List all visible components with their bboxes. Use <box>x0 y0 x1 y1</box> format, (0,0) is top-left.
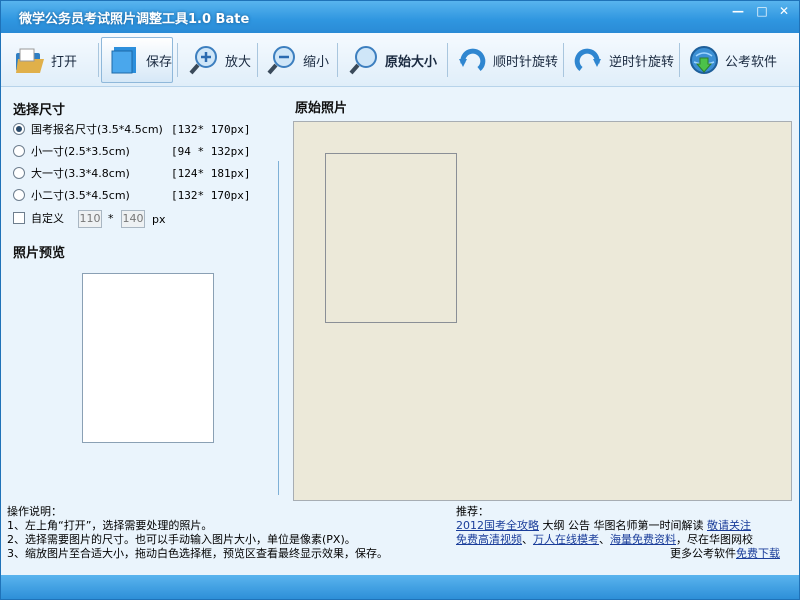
size-option[interactable]: 大一寸(3.3*4.8cm) [124* 181px] <box>13 164 250 182</box>
instructions: 操作说明： 1、左上角“打开”，选择需要处理的照片。 2、选择需要图片的尺寸。也… <box>7 505 388 561</box>
preview-section-title: 照片预览 <box>13 246 66 261</box>
zoom-out-label: 缩小 <box>303 54 330 70</box>
toolbar-separator <box>177 43 178 77</box>
size-option-label: 国考报名尺寸(3.5*4.5cm) <box>31 123 163 136</box>
link-follow[interactable]: 敬请关注 <box>707 519 751 532</box>
open-folder-icon <box>13 43 47 77</box>
radio-button[interactable] <box>13 189 25 201</box>
original-size-label: 原始大小 <box>385 54 438 70</box>
radio-button[interactable] <box>13 145 25 157</box>
rotate-clockwise-icon <box>455 43 489 77</box>
globe-download-icon <box>687 43 721 77</box>
toolbar-separator <box>447 43 448 77</box>
window-title: 微学公务员考试照片调整工具1.0 Bate <box>19 12 250 27</box>
save-button-label: 保存 <box>145 54 172 70</box>
recommend-panel: 推荐： 2012国考全攻略 大纲 公告 华图名师第一时间解读 敬请关注 免费高清… <box>456 505 796 561</box>
size-option-pixels: [132* 170px] <box>171 188 251 202</box>
original-photo-title: 原始照片 <box>295 101 348 116</box>
link-free-download[interactable]: 免费下载 <box>736 547 780 560</box>
toolbar-separator <box>563 43 564 77</box>
rotate-ccw-label: 逆时针旋转 <box>609 54 675 70</box>
toolbar-separator <box>679 43 680 77</box>
magnifier-icon <box>347 43 381 77</box>
toolbar: 打开 保存 放大 缩小 原始大小 顺时针旋转 逆时针旋转 公考软件 <box>1 33 799 87</box>
rotate-counterclockwise-icon <box>571 43 605 77</box>
status-bar <box>1 575 799 599</box>
zoom-in-label: 放大 <box>225 54 252 70</box>
toolbar-separator <box>337 43 338 77</box>
instruction-line: 3、缩放图片至合适大小，拖动白色选择框，预览区查看最终显示效果，保存。 <box>7 547 388 560</box>
instruction-line: 2、选择需要图片的尺寸。也可以手动输入图片大小，单位是像素(PX)。 <box>7 533 356 546</box>
size-option-pixels: [124* 181px] <box>171 166 251 180</box>
crop-selection-frame[interactable] <box>325 153 457 323</box>
open-button-label: 打开 <box>51 54 78 70</box>
software-button[interactable]: 公考软件 <box>681 37 785 83</box>
close-button[interactable]: ✕ <box>771 3 797 21</box>
zoom-in-icon <box>187 43 221 77</box>
recommend-separator: 、 <box>522 533 533 546</box>
instructions-title: 操作说明： <box>7 505 62 518</box>
recommend-text: 更多公考软件 <box>670 547 736 560</box>
link-exam-guide[interactable]: 2012国考全攻略 <box>456 519 539 532</box>
size-option-label: 小一寸(2.5*3.5cm) <box>31 145 130 158</box>
save-icon <box>108 43 142 77</box>
custom-size-checkbox[interactable] <box>13 212 25 224</box>
custom-size-times: * <box>108 212 114 225</box>
zoom-in-button[interactable]: 放大 <box>181 37 257 83</box>
toolbar-separator <box>98 43 99 77</box>
custom-width-input[interactable]: 110 <box>78 210 102 228</box>
link-mock-exam[interactable]: 万人在线模考 <box>533 533 599 546</box>
zoom-out-icon <box>265 43 299 77</box>
title-bar[interactable]: 微学公务员考试照片调整工具1.0 Bate — □ ✕ <box>1 1 799 33</box>
panel-divider <box>278 161 279 495</box>
recommend-separator: 、 <box>599 533 610 546</box>
toolbar-separator <box>257 43 258 77</box>
original-size-button[interactable]: 原始大小 <box>341 37 445 83</box>
minimize-button[interactable]: — <box>727 3 749 21</box>
open-button[interactable]: 打开 <box>7 37 95 83</box>
rotate-ccw-button[interactable]: 逆时针旋转 <box>565 37 677 83</box>
maximize-button[interactable]: □ <box>751 3 773 21</box>
radio-button[interactable] <box>13 167 25 179</box>
size-section-title: 选择尺寸 <box>13 103 66 118</box>
recommend-text: ，尽在华图网校 <box>676 533 753 546</box>
original-photo-canvas[interactable] <box>293 121 792 501</box>
custom-size-option[interactable]: 自定义 <box>13 209 64 227</box>
recommend-text: 大纲 公告 华图名师第一时间解读 <box>539 519 707 532</box>
link-free-materials[interactable]: 海量免费资料 <box>610 533 676 546</box>
rotate-cw-button[interactable]: 顺时针旋转 <box>449 37 561 83</box>
app-window: 微学公务员考试照片调整工具1.0 Bate — □ ✕ 打开 保存 放大 缩小 … <box>0 0 800 600</box>
size-option-label: 大一寸(3.3*4.8cm) <box>31 167 130 180</box>
size-option-pixels: [132* 170px] <box>171 122 251 136</box>
size-option-label: 小二寸(3.5*4.5cm) <box>31 189 130 202</box>
rotate-cw-label: 顺时针旋转 <box>493 54 559 70</box>
custom-size-unit: px <box>152 213 166 226</box>
custom-height-input[interactable]: 140 <box>121 210 145 228</box>
photo-preview <box>82 273 214 443</box>
instruction-line: 1、左上角“打开”，选择需要处理的照片。 <box>7 519 213 532</box>
radio-button-selected[interactable] <box>13 123 25 135</box>
size-option[interactable]: 国考报名尺寸(3.5*4.5cm) [132* 170px] <box>13 120 250 138</box>
software-label: 公考软件 <box>725 54 778 70</box>
zoom-out-button[interactable]: 缩小 <box>259 37 335 83</box>
size-option[interactable]: 小一寸(2.5*3.5cm) [94 * 132px] <box>13 142 250 160</box>
link-free-video[interactable]: 免费高清视频 <box>456 533 522 546</box>
size-option-pixels: [94 * 132px] <box>171 144 251 158</box>
recommend-title: 推荐： <box>456 505 489 518</box>
save-button[interactable]: 保存 <box>101 37 173 83</box>
size-option[interactable]: 小二寸(3.5*4.5cm) [132* 170px] <box>13 186 250 204</box>
